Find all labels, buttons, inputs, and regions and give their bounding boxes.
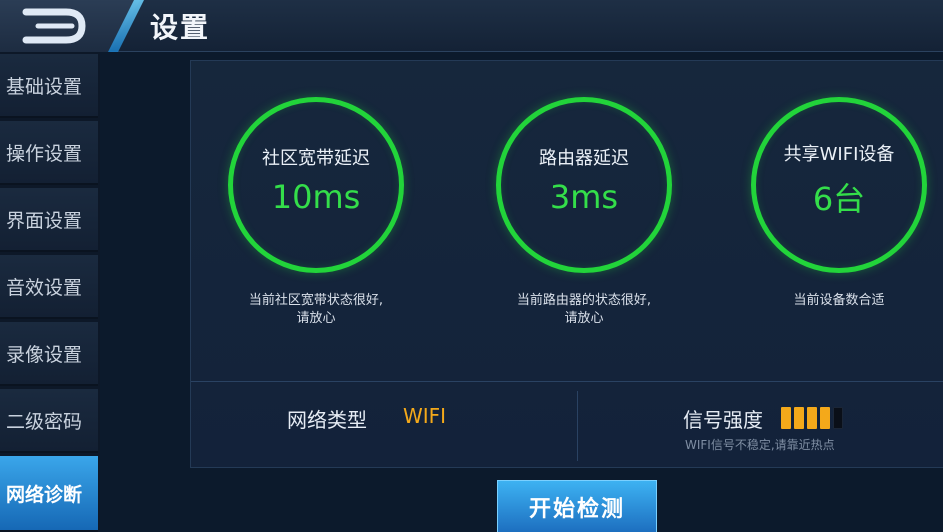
card-label: 路由器延迟 — [539, 148, 629, 169]
card-note: 当前设备数合适 — [714, 292, 943, 310]
page-title: 设置 — [150, 11, 211, 44]
column-divider — [577, 391, 578, 461]
card-note: 当前社区宽带状态很好, 请放心 — [191, 292, 441, 328]
signal-note: WIFI信号不稳定,请靠近热点 — [685, 438, 835, 452]
network-type-value: WIFI — [403, 404, 447, 428]
card-value: 6台 — [812, 180, 866, 218]
sidebar-item-controls[interactable]: 操作设置 — [0, 121, 98, 185]
signal-strength-label: 信号强度 — [683, 408, 763, 432]
note-line: 当前设备数合适 — [793, 293, 885, 308]
sidebar-item-audio[interactable]: 音效设置 — [0, 255, 98, 319]
latency-ring: 路由器延迟 3ms — [496, 97, 672, 273]
sidebar-item-interface[interactable]: 界面设置 — [0, 188, 98, 252]
card-note: 当前路由器的状态很好, 请放心 — [459, 292, 709, 328]
signal-bar — [833, 407, 843, 429]
broadband-latency-card: 社区宽带延迟 10ms 当前社区宽带状态很好, 请放心 — [191, 97, 441, 326]
back-arrow-icon — [22, 8, 86, 44]
card-value: 10ms — [271, 178, 361, 216]
start-detection-button[interactable]: 开始检测 — [497, 480, 657, 532]
signal-bar — [820, 407, 830, 429]
sidebar-item-recording[interactable]: 录像设置 — [0, 322, 98, 386]
signal-bar — [807, 407, 817, 429]
sidebar-item-network-diagnosis[interactable]: 网络诊断 — [0, 456, 98, 532]
note-line: 当前路由器的状态很好, — [516, 293, 652, 308]
top-bar: 设置 — [0, 0, 943, 52]
note-line: 当前社区宽带状态很好, — [248, 293, 384, 308]
card-label: 共享WIFI设备 — [783, 144, 895, 165]
sidebar-item-basic[interactable]: 基础设置 — [0, 54, 98, 118]
section-divider — [191, 381, 943, 382]
signal-bar — [781, 407, 791, 429]
network-type-label: 网络类型 — [287, 408, 367, 432]
note-line: 请放心 — [296, 311, 336, 326]
settings-sidebar: 基础设置 操作设置 界面设置 音效设置 录像设置 二级密码 网络诊断 — [0, 52, 100, 532]
device-count-ring: 共享WIFI设备 6台 — [751, 97, 927, 273]
sidebar-item-password[interactable]: 二级密码 — [0, 389, 98, 453]
latency-ring: 社区宽带延迟 10ms — [228, 97, 404, 273]
card-label: 社区宽带延迟 — [262, 148, 370, 169]
note-line: 请放心 — [564, 311, 604, 326]
router-latency-card: 路由器延迟 3ms 当前路由器的状态很好, 请放心 — [459, 97, 709, 326]
signal-bar — [794, 407, 804, 429]
network-diagnosis-panel: 社区宽带延迟 10ms 当前社区宽带状态很好, 请放心 路由器延迟 3ms 当前… — [190, 60, 943, 468]
shared-wifi-devices-card: 共享WIFI设备 6台 当前设备数合适 — [714, 97, 943, 317]
signal-strength-bars — [781, 407, 843, 429]
card-value: 3ms — [549, 178, 619, 216]
